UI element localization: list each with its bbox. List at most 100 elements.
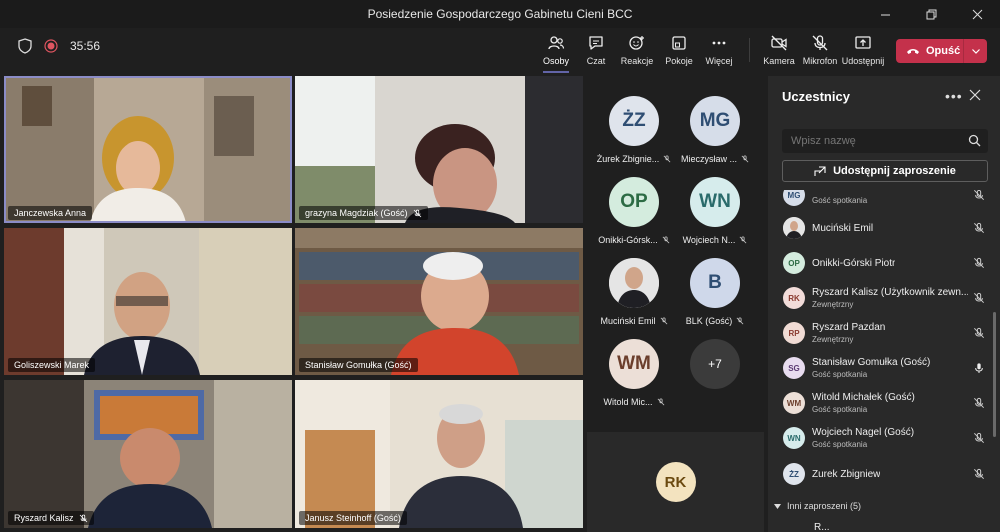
more-participants-button[interactable]: +7 [671, 339, 759, 419]
microphone-button[interactable]: Mikrofon [799, 34, 841, 66]
camera-button[interactable]: Kamera [758, 34, 800, 66]
participant-name: Stanisław Gomułka (Gość) [812, 357, 931, 368]
mic-off-icon [662, 236, 670, 244]
participant-video [4, 380, 292, 528]
leave-main[interactable]: Opuść [896, 39, 963, 63]
participant-row[interactable]: WN Wojciech Nagel (Gość) Gość spotkania [768, 427, 992, 461]
avatar: RK [783, 287, 805, 309]
share-invite-button[interactable]: Udostępnij zaproszenie [782, 160, 988, 182]
participant-row[interactable]: OP Onikki-Górski Piotr [768, 252, 992, 286]
rooms-button[interactable]: Pokoje [658, 34, 700, 66]
rooms-label: Pokoje [665, 56, 693, 66]
recording-icon [44, 39, 58, 53]
more-button[interactable]: Więcej [698, 34, 740, 66]
video-name-tag: Goliszewski Marek [8, 358, 96, 372]
avatar [783, 217, 805, 239]
profile-photo [609, 258, 659, 308]
participant-row[interactable]: Muciński Emil [768, 217, 992, 251]
panel-more-options-button[interactable]: ••• [945, 88, 963, 104]
mic-off-icon [973, 292, 985, 304]
video-tile[interactable]: grazyna Magdziak (Gość) [295, 76, 583, 223]
participant-row[interactable]: ŻZ Żurek Zbigniew [768, 463, 992, 497]
participant-row[interactable]: R... [768, 522, 992, 532]
mic-off-icon [740, 236, 747, 244]
participant-row[interactable]: RP Ryszard Pazdan Zewnętrzny [768, 322, 992, 356]
mic-on-icon [975, 363, 983, 373]
participant-name: Wojciech Nagel (Gość) [812, 427, 915, 438]
participant-role: Gość spotkania [812, 196, 868, 205]
video-tile[interactable]: Janczewska Anna [4, 76, 292, 223]
teams-meeting-window: Posiedzenie Gospodarczego Gabinetu Cieni… [0, 0, 1000, 532]
close-icon[interactable] [969, 89, 981, 101]
participant-video [295, 380, 583, 528]
reactions-label: Reakcje [620, 56, 654, 66]
gallery-participant-name: Wojciech N... [683, 235, 748, 245]
camera-off-icon [771, 35, 787, 51]
video-tile[interactable]: Janusz Steinhoff (Gość) [295, 380, 583, 528]
close-window-button[interactable] [954, 0, 1000, 28]
participant-row[interactable]: SG Stanisław Gomułka (Gość) Gość spotkan… [768, 357, 992, 391]
chat-icon [589, 36, 603, 50]
gallery-participant[interactable]: WN Wojciech N... [671, 177, 759, 257]
search-icon[interactable] [968, 134, 981, 147]
gallery-participant[interactable]: B BLK (Gość) [671, 258, 759, 338]
gallery-participant[interactable]: MG Mieczysław ... [671, 96, 759, 176]
minimize-button[interactable] [862, 0, 908, 28]
mic-off-icon [973, 222, 985, 234]
mic-off-icon [736, 317, 744, 325]
people-label: Osoby [542, 56, 569, 66]
mic-off-icon [413, 209, 421, 217]
avatar [609, 258, 659, 308]
participant-name: Muciński Emil [812, 223, 874, 234]
mic-off-icon [973, 468, 985, 480]
chat-button[interactable]: Czat [575, 34, 617, 66]
participant-name: Ryszard Pazdan [812, 322, 886, 333]
other-invited-section-toggle[interactable]: Inni zaproszeni (5) [774, 501, 861, 511]
meeting-status: 35:56 [18, 38, 100, 54]
participant-video [295, 228, 583, 375]
participant-row[interactable]: WM Witold Michałek (Gość) Gość spotkania [768, 392, 992, 426]
leave-button[interactable]: Opuść [896, 39, 987, 63]
video-tile[interactable]: Goliszewski Marek [4, 228, 292, 375]
search-input[interactable] [782, 129, 988, 153]
participant-row[interactable]: MG Gość spotkania [768, 190, 992, 212]
chat-label: Czat [586, 56, 606, 66]
panel-scrollbar[interactable] [993, 312, 996, 437]
participant-row[interactable]: RK Ryszard Kalisz (Użytkownik zewn... Ze… [768, 287, 992, 321]
reactions-button[interactable]: Reakcje [616, 34, 658, 66]
mic-off-icon [973, 257, 985, 269]
video-tile[interactable]: Ryszard Kalisz [4, 380, 292, 528]
participant-name: Ryszard Kalisz (Użytkownik zewn... [812, 287, 968, 298]
avatar: RK [655, 462, 696, 502]
section-label: Inni zaproszeni (5) [787, 501, 862, 511]
mic-off-icon [973, 190, 985, 201]
gallery-participant[interactable]: OP Onikki-Górsk... [590, 177, 678, 257]
video-tile[interactable]: Stanisław Gomułka (Gość) [295, 228, 583, 375]
restore-button[interactable] [908, 0, 954, 28]
video-name-tag: Ryszard Kalisz [8, 511, 94, 525]
avatar: ŻZ [609, 96, 659, 146]
participant-video [295, 76, 583, 223]
window-title: Posiedzenie Gospodarczego Gabinetu Cieni… [367, 7, 633, 21]
participant-role: Gość spotkania [812, 370, 868, 379]
gallery-participant-name: Muciński Emil [600, 316, 667, 326]
participant-video [4, 76, 292, 223]
leave-options-dropdown[interactable] [964, 39, 987, 63]
gallery-participant[interactable]: Muciński Emil [590, 258, 678, 338]
gallery-participant-name: Onikki-Górsk... [598, 235, 670, 245]
mic-off-icon [973, 432, 985, 444]
video-name-tag: Stanisław Gomułka (Gość) [299, 358, 418, 372]
video-name-tag: grazyna Magdziak (Gość) [299, 206, 428, 220]
share-invite-label: Udostępnij zaproszenie [833, 165, 956, 177]
people-button[interactable]: Osoby [535, 34, 577, 73]
gallery-participant[interactable]: WM Witold Mic... [590, 339, 678, 419]
share-button[interactable]: Udostępnij [842, 34, 884, 66]
gallery-participant-name: BLK (Gość) [686, 316, 745, 326]
mic-off-icon [973, 327, 985, 339]
people-icon [548, 36, 565, 50]
gallery-participant[interactable]: ŻZ Żurek Zbignie... [590, 96, 678, 176]
meeting-timer: 35:56 [70, 39, 101, 53]
more-label: Więcej [705, 56, 733, 66]
video-tile[interactable]: RK [587, 432, 764, 532]
gallery-participant-name: Mieczysław ... [681, 154, 749, 164]
